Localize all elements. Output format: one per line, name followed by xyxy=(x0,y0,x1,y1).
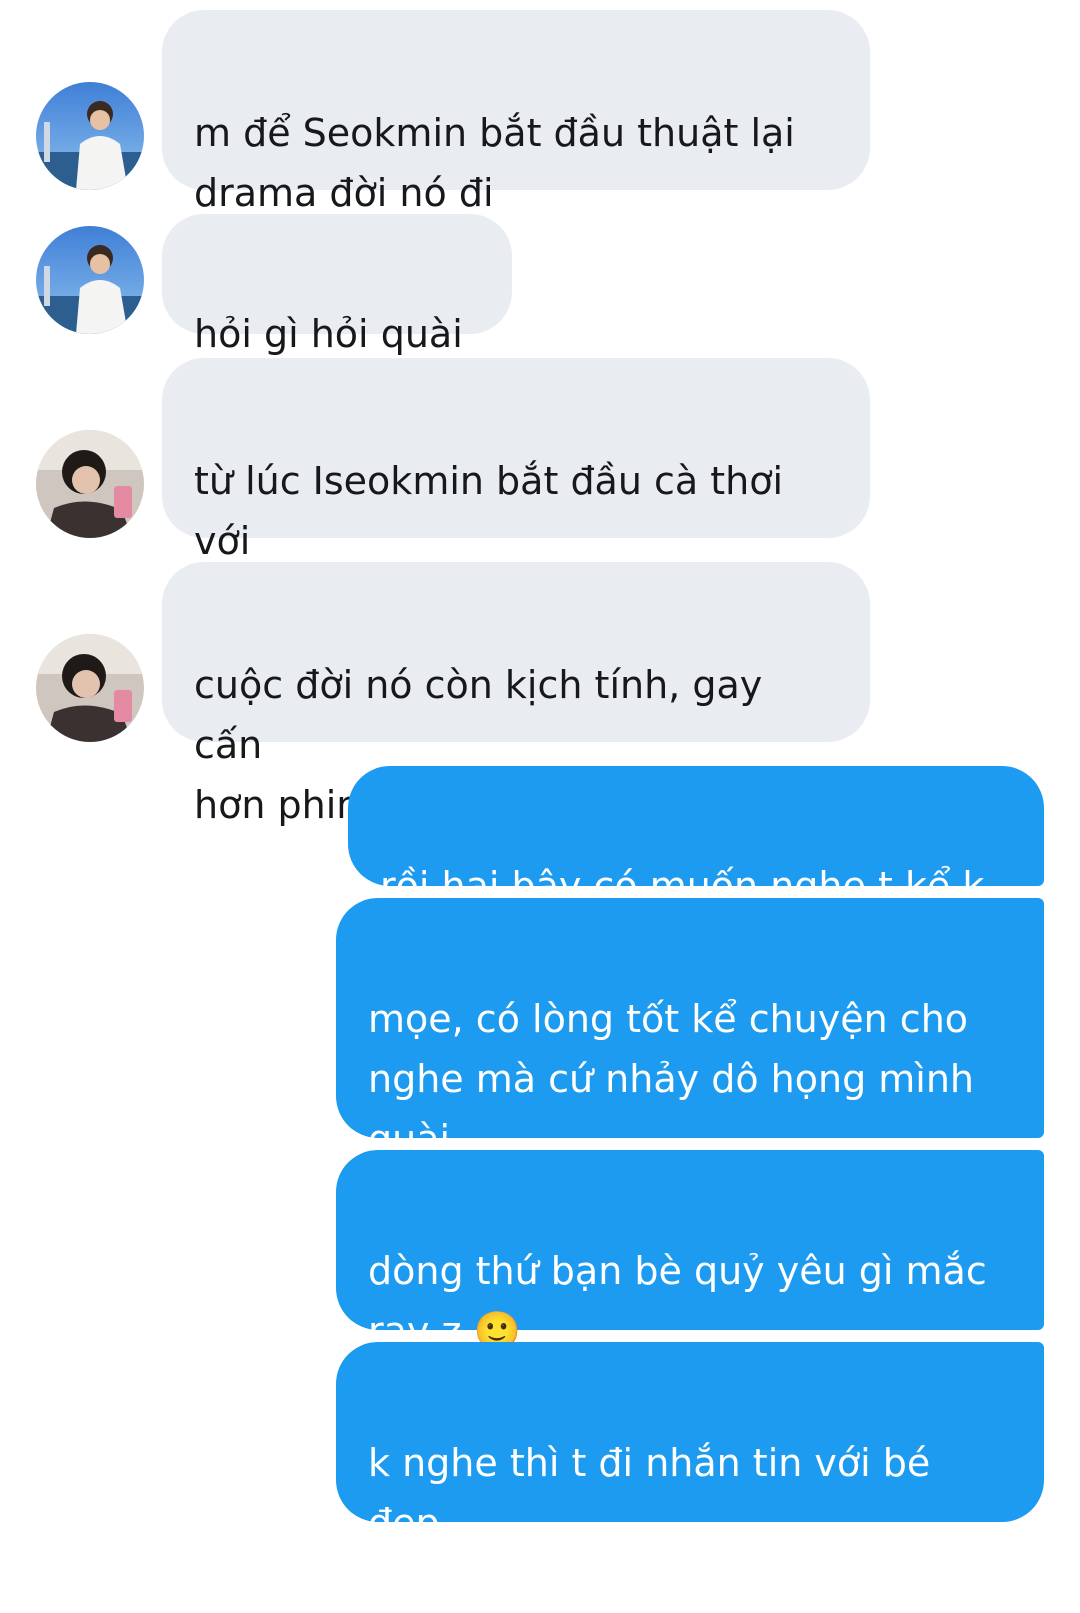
message-bubble[interactable]: m để Seokmin bắt đầu thuật lại drama đời… xyxy=(162,10,870,215)
message-text: m để Seokmin bắt đầu thuật lại drama đời… xyxy=(194,111,795,215)
message-bubble[interactable]: cuộc đời nó còn kịch tính, gay cấn hơn p… xyxy=(162,562,870,827)
message-bubble[interactable]: k nghe thì t đi nhắn tin với bé đẹp đấy xyxy=(336,1342,1044,1605)
message-bubble[interactable]: hỏi gì hỏi quài z xyxy=(162,214,512,416)
message-text: k nghe thì t đi nhắn tin với bé đẹp đấy xyxy=(368,1441,931,1605)
sender-avatar[interactable] xyxy=(36,634,144,742)
sender-avatar[interactable] xyxy=(36,82,144,190)
message-bubble[interactable]: rồi hai bây có muốn nghe t kể k 🤡 xyxy=(348,766,1044,968)
sender-avatar[interactable] xyxy=(36,430,144,538)
message-bubble[interactable]: dòng thứ bạn bè quỷ yêu gì mắc rạy z 🙂 xyxy=(336,1150,1044,1353)
message-text: dòng thứ bạn bè quỷ yêu gì mắc rạy z 🙂 xyxy=(368,1249,987,1353)
message-text: mọe, có lòng tốt kể chuyện cho nghe mà c… xyxy=(368,997,975,1161)
message-bubble[interactable]: từ lúc Iseokmin bắt đầu cà thơi với Hong… xyxy=(162,358,870,623)
message-bubble[interactable]: mọe, có lòng tốt kể chuyện cho nghe mà c… xyxy=(336,898,1044,1161)
sender-avatar[interactable] xyxy=(36,226,144,334)
